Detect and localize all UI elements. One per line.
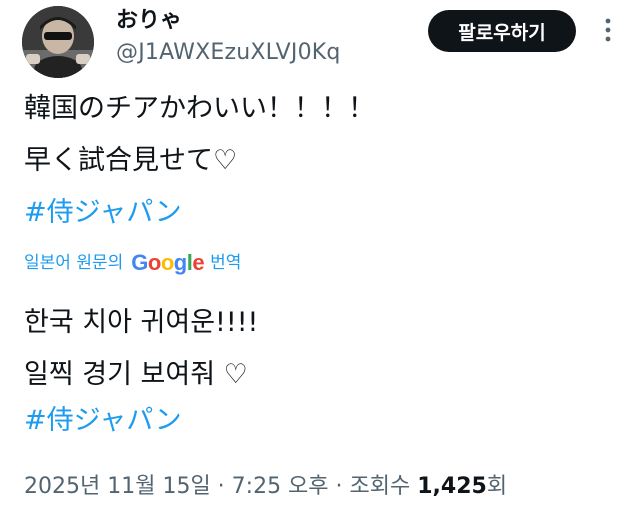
views-label: 조회수 xyxy=(349,474,418,499)
google-logo: Google xyxy=(131,250,204,276)
tweet-meta: 2025년 11월 15일 · 7:25 오후 · 조회수 1,425회 xyxy=(24,472,507,502)
views-suffix: 회 xyxy=(486,474,508,499)
translated-text-line-2: 일찍 경기 보여줘 ♡ xyxy=(24,359,248,390)
original-text-line-2: 早く試合見せて♡ xyxy=(24,145,238,176)
avatar[interactable] xyxy=(22,6,94,78)
google-letter: G xyxy=(131,250,148,275)
google-letter: e xyxy=(192,250,205,275)
translated-text-line-1: 한국 치아 귀여운!!!! xyxy=(24,307,259,338)
timestamp[interactable]: 2025년 11월 15일 · 7:25 오후 xyxy=(24,474,329,499)
google-letter: g xyxy=(173,250,187,275)
more-options-button[interactable] xyxy=(596,16,620,44)
avatar-image xyxy=(22,6,94,78)
display-name[interactable]: おりゃ xyxy=(116,8,182,34)
user-handle[interactable]: @J1AWXEzuXLVJ0Kq xyxy=(116,40,341,66)
translated-hashtag[interactable]: #侍ジャパン xyxy=(24,404,182,438)
views-count: 1,425 xyxy=(417,474,487,499)
google-letter: o xyxy=(160,250,174,275)
follow-button[interactable]: 팔로우하기 xyxy=(428,10,576,52)
original-text-line-1: 韓国のチアかわいい！！！！ xyxy=(24,93,375,124)
original-hashtag[interactable]: #侍ジャパン xyxy=(24,196,182,230)
translation-attribution[interactable]: 일본어 원문의 Google 번역 xyxy=(24,250,241,276)
google-letter: o xyxy=(147,250,161,275)
more-vertical-icon xyxy=(605,18,611,42)
meta-separator: · xyxy=(328,474,350,499)
translation-prefix: 일본어 원문의 xyxy=(24,253,124,273)
tweet: おりゃ @J1AWXEzuXLVJ0Kq 팔로우하기 韓国のチアかわいい！！！！… xyxy=(0,0,640,528)
translation-suffix: 번역 xyxy=(210,253,242,273)
